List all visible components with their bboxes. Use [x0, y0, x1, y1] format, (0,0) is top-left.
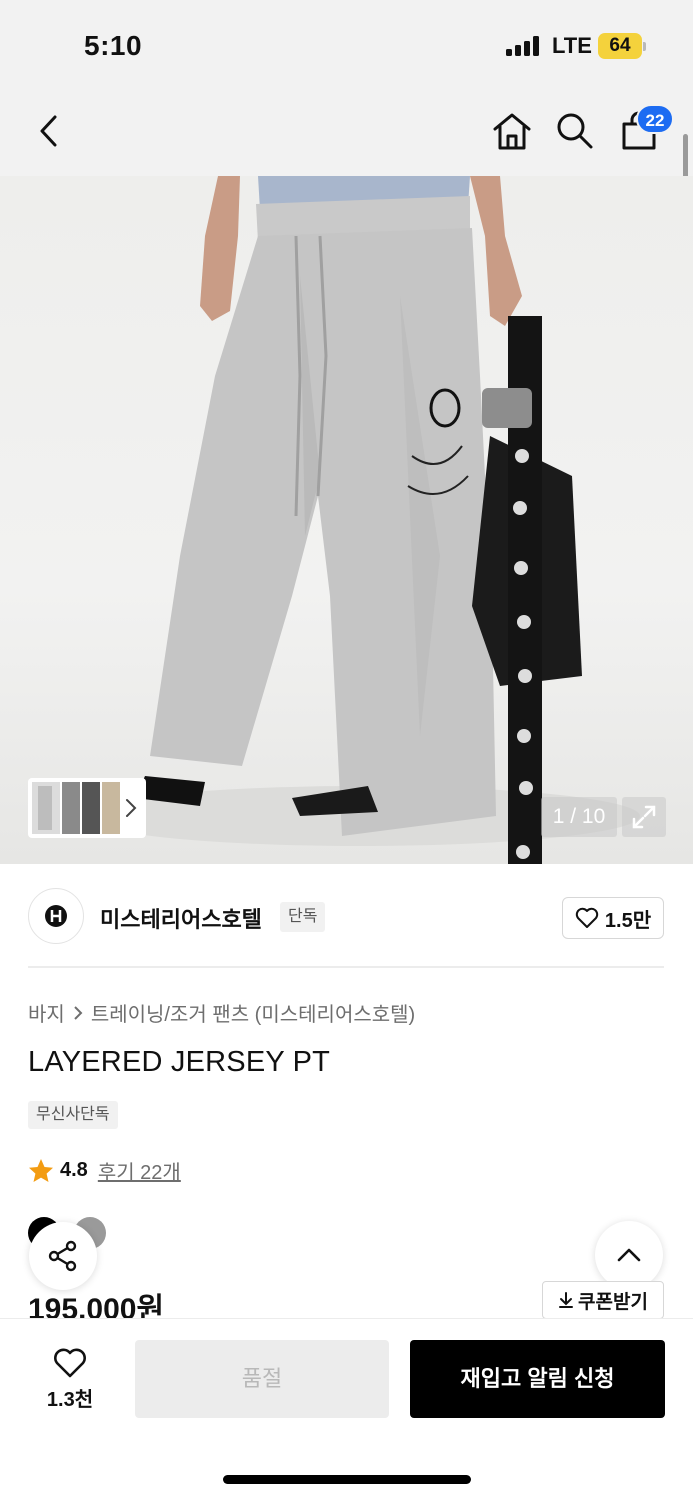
breadcrumb-subcategory[interactable]: 트레이닝/조거 팬츠 (미스테리어스호텔): [91, 998, 415, 1027]
nav-bar: [0, 90, 693, 176]
heart-icon: [575, 907, 599, 928]
back-button[interactable]: [26, 106, 72, 156]
restock-alert-button[interactable]: 재입고 알림 신청: [410, 1340, 665, 1418]
wishlist-button[interactable]: 1.3천: [30, 1342, 110, 1416]
search-button[interactable]: [552, 106, 598, 156]
chevron-left-icon: [40, 115, 57, 147]
review-link[interactable]: 후기 22개: [98, 1156, 181, 1185]
chevron-up-icon: [617, 1248, 641, 1262]
scroll-top-button[interactable]: [595, 1221, 663, 1289]
home-indicator[interactable]: [223, 1475, 471, 1484]
breadcrumb-category[interactable]: 바지: [28, 998, 65, 1027]
product-tag: 무신사단독: [28, 1101, 118, 1129]
coupon-button[interactable]: 쿠폰받기: [542, 1281, 664, 1319]
battery-icon: 64: [598, 33, 642, 59]
share-button[interactable]: [29, 1222, 97, 1290]
cart-count-badge: 22: [636, 104, 674, 134]
brand-logo-icon: [45, 905, 67, 927]
chevron-right-icon: [74, 1005, 83, 1020]
breadcrumb: 바지 트레이닝/조거 팬츠 (미스테리어스호텔): [28, 998, 415, 1027]
image-counter: 1 / 10: [541, 797, 617, 837]
signal-icon: [506, 36, 542, 56]
coupon-label: 쿠폰받기: [578, 1291, 648, 1313]
product-image[interactable]: [0, 176, 693, 864]
exclusive-badge: 단독: [280, 902, 326, 932]
divider: [28, 966, 664, 968]
thumbnail-strip[interactable]: [28, 778, 146, 838]
battery-tip: [643, 42, 646, 51]
brand-name[interactable]: 미스테리어스호텔: [100, 902, 262, 934]
soldout-button[interactable]: 품절: [135, 1340, 389, 1418]
search-icon: [557, 113, 593, 149]
rating-row: 4.8 후기 22개: [28, 1156, 181, 1185]
product-title: LAYERED JERSEY PT: [28, 1046, 331, 1078]
home-icon: [493, 113, 531, 150]
star-icon: [29, 1158, 53, 1182]
status-bar: 5:10 LTE 64: [0, 0, 693, 90]
expand-button[interactable]: [622, 797, 666, 837]
brand-logo[interactable]: [28, 888, 84, 944]
home-button[interactable]: [489, 106, 535, 156]
brand-like-button[interactable]: 1.5만: [562, 897, 664, 939]
heart-icon: [54, 1348, 86, 1377]
download-icon: [559, 1292, 574, 1308]
status-time: 5:10: [84, 30, 143, 61]
wishlist-count: 1.3천: [46, 1388, 94, 1411]
share-icon: [48, 1240, 77, 1272]
network-label: LTE: [552, 33, 592, 58]
product-photo-illustration: [80, 176, 640, 864]
brand-like-count: 1.5만: [604, 909, 652, 932]
chevron-right-icon: [126, 799, 137, 817]
rating-value: 4.8: [60, 1159, 88, 1181]
expand-icon: [632, 805, 656, 829]
